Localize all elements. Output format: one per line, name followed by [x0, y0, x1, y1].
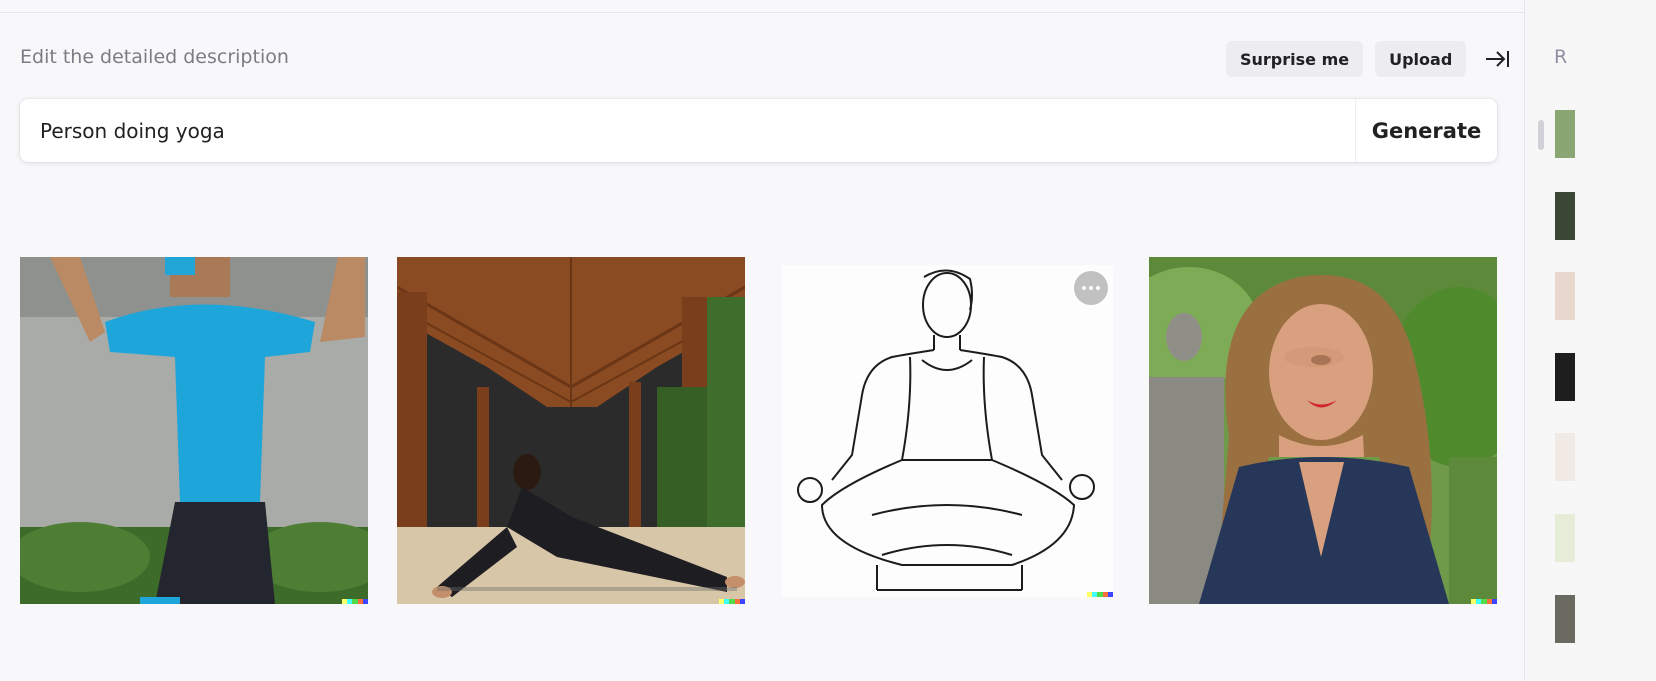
result-image-2-picture — [397, 257, 745, 604]
result-image-4-picture — [1149, 257, 1497, 604]
watermark-stripe — [342, 599, 368, 604]
top-border — [0, 0, 1524, 13]
history-scrollbar[interactable] — [1538, 120, 1544, 150]
history-label: R — [1554, 46, 1568, 68]
result-image-2[interactable] — [397, 257, 745, 604]
results-grid — [20, 257, 1497, 604]
result-image-1-picture — [20, 257, 368, 604]
dot-icon — [1096, 286, 1100, 290]
dot-icon — [1082, 286, 1086, 290]
watermark-stripe — [1087, 592, 1113, 597]
result-image-3[interactable] — [782, 265, 1113, 597]
surprise-me-button[interactable]: Surprise me — [1226, 41, 1364, 77]
prompt-box: Person doing yoga Generate — [20, 99, 1497, 162]
history-thumb[interactable] — [1555, 353, 1575, 401]
result-image-4[interactable] — [1149, 257, 1497, 604]
result-image-3-picture — [782, 265, 1113, 597]
result-image-1[interactable] — [20, 257, 368, 604]
prompt-input[interactable]: Person doing yoga — [20, 99, 1355, 162]
collapse-history-button[interactable] — [1482, 41, 1512, 77]
generate-button[interactable]: Generate — [1355, 99, 1497, 162]
history-thumb[interactable] — [1555, 514, 1575, 562]
upload-button[interactable]: Upload — [1375, 41, 1467, 77]
history-thumb[interactable] — [1555, 192, 1575, 240]
collapse-right-icon — [1486, 51, 1510, 67]
history-thumb[interactable] — [1555, 595, 1575, 643]
history-thumb[interactable] — [1555, 272, 1575, 320]
more-options-button[interactable] — [1074, 271, 1108, 305]
history-thumb[interactable] — [1555, 110, 1575, 158]
prompt-label: Edit the detailed description — [20, 46, 289, 68]
history-thumb[interactable] — [1555, 433, 1575, 481]
dot-icon — [1089, 286, 1093, 290]
watermark-stripe — [1471, 599, 1497, 604]
history-panel: R — [1524, 0, 1656, 681]
prompt-actions: Surprise me Upload — [1226, 41, 1512, 77]
watermark-stripe — [719, 599, 745, 604]
